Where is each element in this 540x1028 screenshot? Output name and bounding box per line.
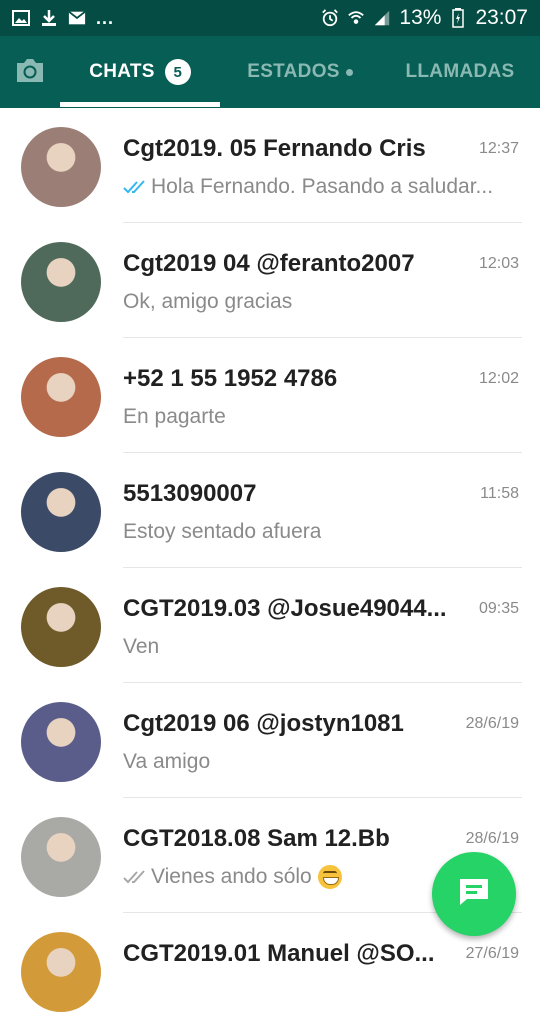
tab-status-label: ESTADOS xyxy=(247,61,340,82)
avatar[interactable] xyxy=(21,127,101,207)
chat-message: Estoy sentado afuera xyxy=(123,520,322,543)
tab-calls[interactable]: LLAMADAS xyxy=(380,36,540,108)
chat-name: CGT2018.08 Sam 12.Bb xyxy=(123,825,390,852)
chat-name: +52 1 55 1952 4786 xyxy=(123,365,338,392)
chat-name: 5513090007 xyxy=(123,480,257,507)
chat-name: CGT2019.01 Manuel @SO... xyxy=(123,940,435,967)
chat-message: Ok, amigo gracias xyxy=(123,290,293,313)
avatar[interactable] xyxy=(21,587,101,667)
avatar[interactable] xyxy=(21,817,101,897)
chat-time: 12:37 xyxy=(478,140,519,157)
grinning-sweat-emoji-icon xyxy=(317,865,342,889)
alarm-icon xyxy=(321,9,339,27)
chat-time: 09:35 xyxy=(478,600,519,617)
tab-chats[interactable]: CHATS 5 xyxy=(60,36,220,108)
download-icon xyxy=(40,9,58,27)
unread-badge: 5 xyxy=(164,59,191,85)
avatar[interactable] xyxy=(21,357,101,437)
chat-message: En pagarte xyxy=(123,405,226,428)
signal-icon xyxy=(373,9,391,27)
image-icon xyxy=(12,9,30,27)
avatar[interactable] xyxy=(21,702,101,782)
tab-indicator xyxy=(60,102,220,107)
chat-name: Cgt2019. 05 Fernando Cris xyxy=(123,135,426,162)
double-check-icon xyxy=(123,869,151,885)
chat-name: CGT2019.03 @Josue49044... xyxy=(123,595,447,622)
chat-time: 28/6/19 xyxy=(465,830,519,847)
avatar[interactable] xyxy=(21,932,101,1012)
chat-message: Va amigo xyxy=(123,750,211,773)
new-chat-button[interactable] xyxy=(432,852,516,936)
chat-row[interactable]: Cgt2019 06 @jostyn1081 28/6/19 Va amigo xyxy=(0,683,540,798)
mail-icon xyxy=(68,9,86,27)
chat-time: 12:02 xyxy=(478,370,519,387)
chat-message: Ven xyxy=(123,635,160,658)
chat-message: Vienes ando sólo xyxy=(151,865,312,888)
new-chat-icon xyxy=(457,877,491,912)
chat-row[interactable]: Cgt2019. 05 Fernando Cris 12:37 Hola Fer… xyxy=(0,108,540,223)
status-bar: ... 13% 23:07 xyxy=(0,0,540,36)
chat-time: 11:58 xyxy=(480,485,519,502)
battery-percent: 13% xyxy=(399,6,442,29)
chat-name: Cgt2019 06 @jostyn1081 xyxy=(123,710,404,737)
more-notifications: ... xyxy=(96,7,115,28)
chat-preview: En pagarte xyxy=(123,405,518,429)
battery-icon xyxy=(449,8,467,28)
tab-status[interactable]: ESTADOS xyxy=(220,36,380,108)
chat-row[interactable]: +52 1 55 1952 4786 12:02 En pagarte xyxy=(0,338,540,453)
clock: 23:07 xyxy=(475,6,528,29)
tab-calls-label: LLAMADAS xyxy=(405,61,515,82)
double-check-icon xyxy=(123,179,151,195)
chat-preview: Va amigo xyxy=(123,750,518,774)
avatar[interactable] xyxy=(21,472,101,552)
chat-time: 27/6/19 xyxy=(465,945,519,962)
new-status-dot xyxy=(345,68,353,76)
camera-icon xyxy=(14,56,46,89)
wifi-icon xyxy=(347,9,365,27)
chat-row[interactable]: 5513090007 11:58 Estoy sentado afuera xyxy=(0,453,540,568)
tab-chats-label: CHATS xyxy=(89,61,155,82)
chat-preview: Ven xyxy=(123,635,518,659)
chat-preview: Ok, amigo gracias xyxy=(123,290,518,314)
avatar[interactable] xyxy=(21,242,101,322)
chat-row[interactable]: Cgt2019 04 @feranto2007 12:03 Ok, amigo … xyxy=(0,223,540,338)
chat-time: 12:03 xyxy=(478,255,519,272)
camera-button[interactable] xyxy=(10,54,50,90)
chat-time: 28/6/19 xyxy=(465,715,519,732)
chat-preview: Hola Fernando. Pasando a saludar... xyxy=(123,175,518,199)
app-header: CHATS 5 ESTADOS LLAMADAS xyxy=(0,36,540,108)
chat-preview: Estoy sentado afuera xyxy=(123,520,518,544)
chat-row[interactable]: CGT2019.03 @Josue49044... 09:35 Ven xyxy=(0,568,540,683)
chat-message: Hola Fernando. Pasando a saludar... xyxy=(151,175,494,198)
chat-name: Cgt2019 04 @feranto2007 xyxy=(123,250,415,277)
